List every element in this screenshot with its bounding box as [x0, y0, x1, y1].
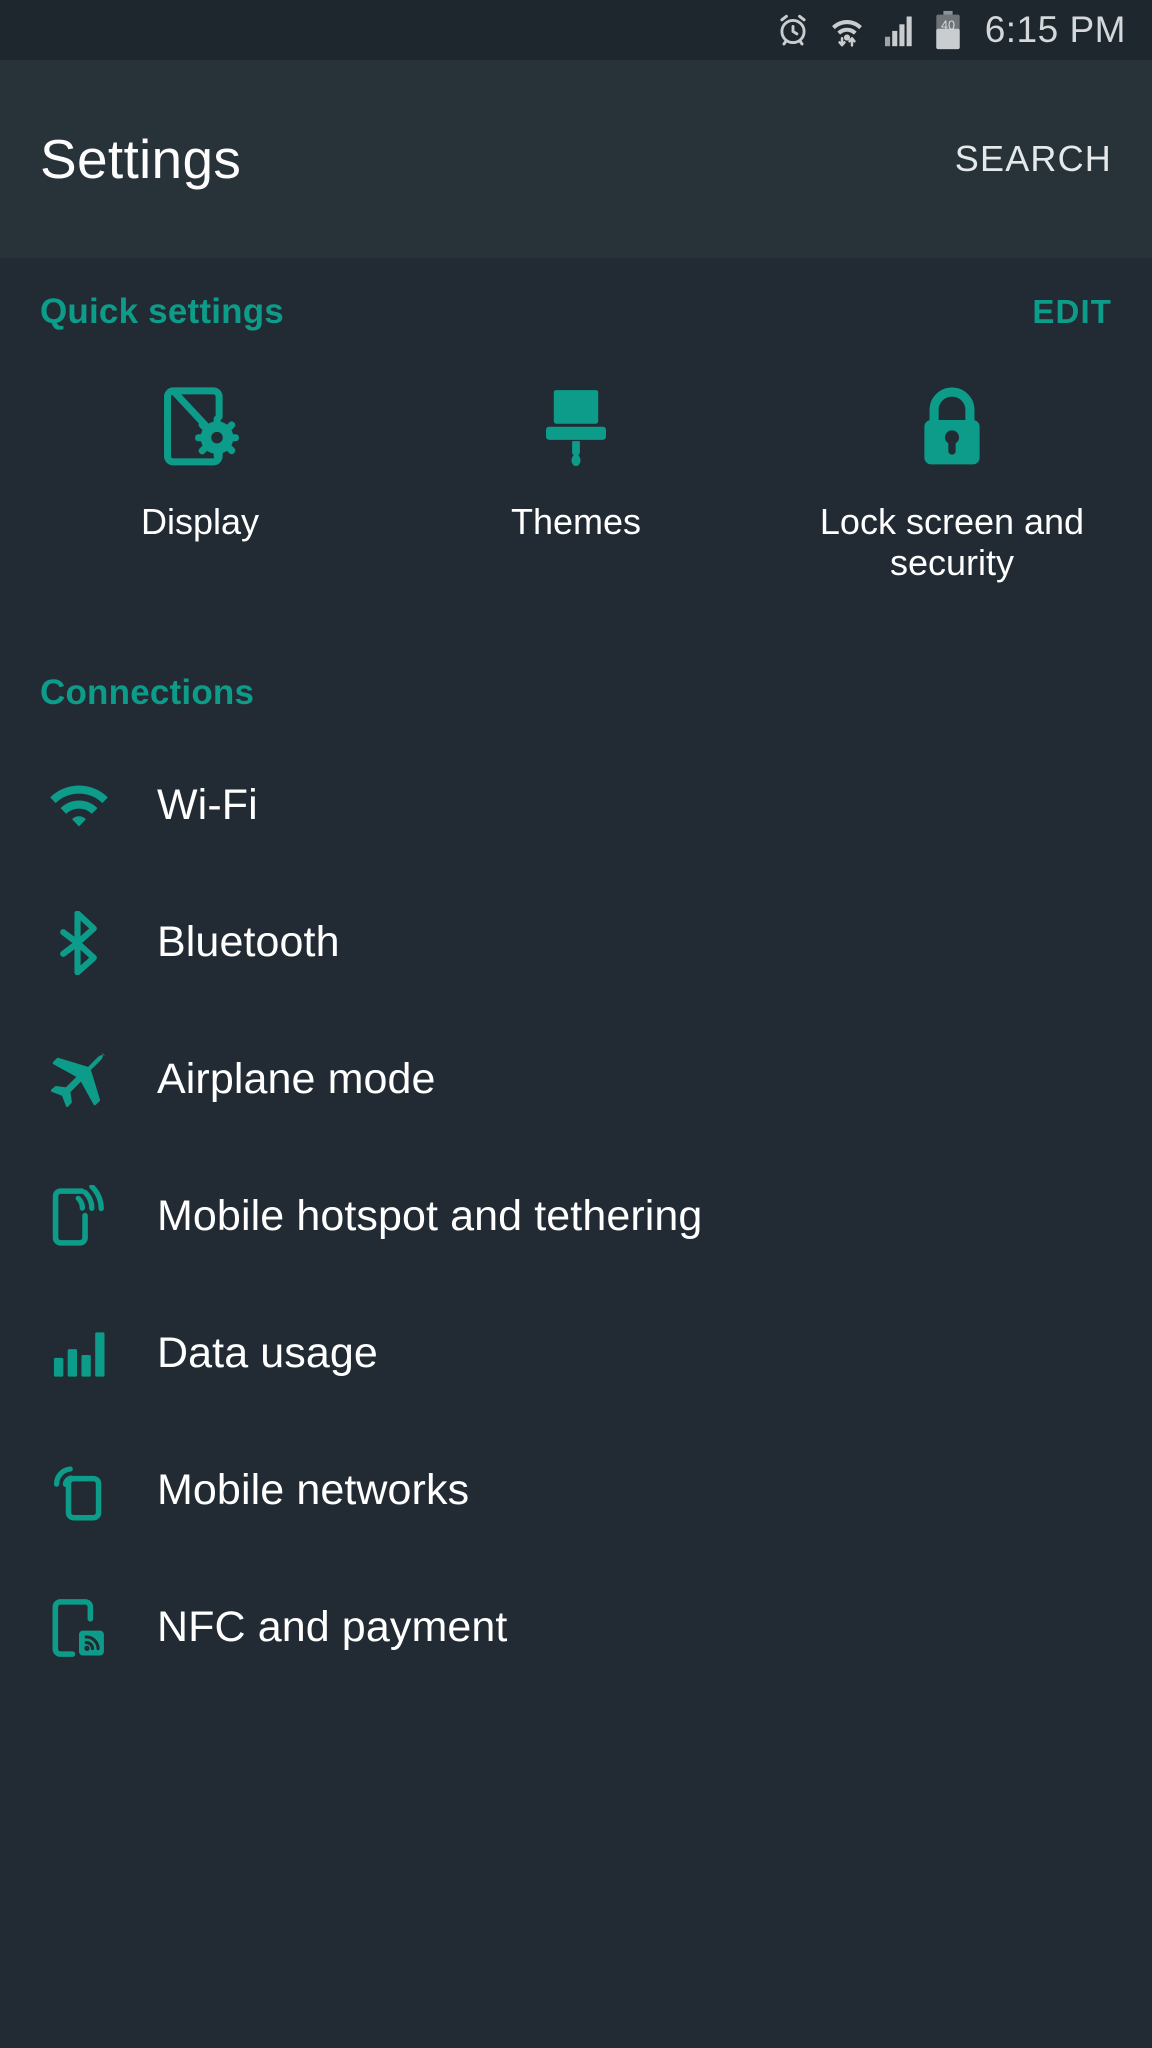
list-item-label: Bluetooth	[157, 918, 340, 967]
quick-settings-tiles: Display Themes Lock screen and security	[0, 384, 1152, 583]
app-bar: Settings SEARCH	[0, 60, 1152, 258]
nfc-icon	[40, 1596, 118, 1660]
quick-tile-label: Themes	[510, 501, 642, 542]
list-item-label: Airplane mode	[157, 1055, 436, 1104]
list-item-label: Wi-Fi	[157, 781, 258, 830]
list-item-bluetooth[interactable]: Bluetooth	[0, 874, 1152, 1011]
quick-tile-display[interactable]: Display	[12, 384, 388, 583]
list-item-label: Mobile hotspot and tethering	[157, 1192, 703, 1241]
page-title: Settings	[40, 128, 242, 190]
hotspot-icon	[40, 1184, 118, 1249]
quick-settings-header: Quick settings EDIT	[0, 292, 1152, 332]
search-button[interactable]: SEARCH	[955, 138, 1112, 180]
connections-list: Wi-Fi Bluetooth Airplane mode Mobile hot…	[0, 737, 1152, 1696]
list-item-mobile-hotspot[interactable]: Mobile hotspot and tethering	[0, 1148, 1152, 1285]
wifi-icon	[40, 782, 118, 830]
display-icon	[160, 384, 240, 468]
wifi-data-icon	[828, 11, 866, 49]
quick-tile-label: Display	[140, 501, 260, 542]
battery-level-text: 40	[941, 18, 955, 32]
list-item-wifi[interactable]: Wi-Fi	[0, 737, 1152, 874]
connections-title: Connections	[40, 673, 255, 713]
lock-icon	[917, 384, 987, 468]
list-item-mobile-networks[interactable]: Mobile networks	[0, 1422, 1152, 1559]
quick-tile-lock-screen[interactable]: Lock screen and security	[764, 384, 1140, 583]
status-bar-clock: 6:15 PM	[984, 9, 1126, 50]
list-item-label: NFC and payment	[157, 1603, 508, 1652]
quick-tile-themes[interactable]: Themes	[388, 384, 764, 583]
themes-icon	[540, 384, 612, 468]
quick-settings-title: Quick settings	[40, 292, 284, 331]
list-item-label: Mobile networks	[157, 1466, 470, 1515]
quick-settings-edit-button[interactable]: EDIT	[1032, 293, 1112, 331]
data-usage-icon	[40, 1329, 118, 1379]
status-bar: 40 6:15 PM	[0, 0, 1152, 60]
alarm-clock-icon	[775, 12, 811, 48]
bluetooth-icon	[40, 910, 118, 975]
mobile-networks-icon	[40, 1460, 118, 1522]
list-item-airplane-mode[interactable]: Airplane mode	[0, 1011, 1152, 1148]
battery-icon: 40	[934, 10, 962, 50]
list-item-data-usage[interactable]: Data usage	[0, 1285, 1152, 1422]
cellular-signal-icon	[883, 12, 917, 48]
quick-tile-label: Lock screen and security	[819, 501, 1085, 583]
list-item-nfc-payment[interactable]: NFC and payment	[0, 1559, 1152, 1696]
airplane-icon	[40, 1051, 118, 1109]
connections-header: Connections	[0, 673, 1152, 713]
settings-screen: 40 6:15 PM Settings SEARCH Quick setting…	[0, 0, 1152, 2048]
list-item-label: Data usage	[157, 1329, 378, 1378]
